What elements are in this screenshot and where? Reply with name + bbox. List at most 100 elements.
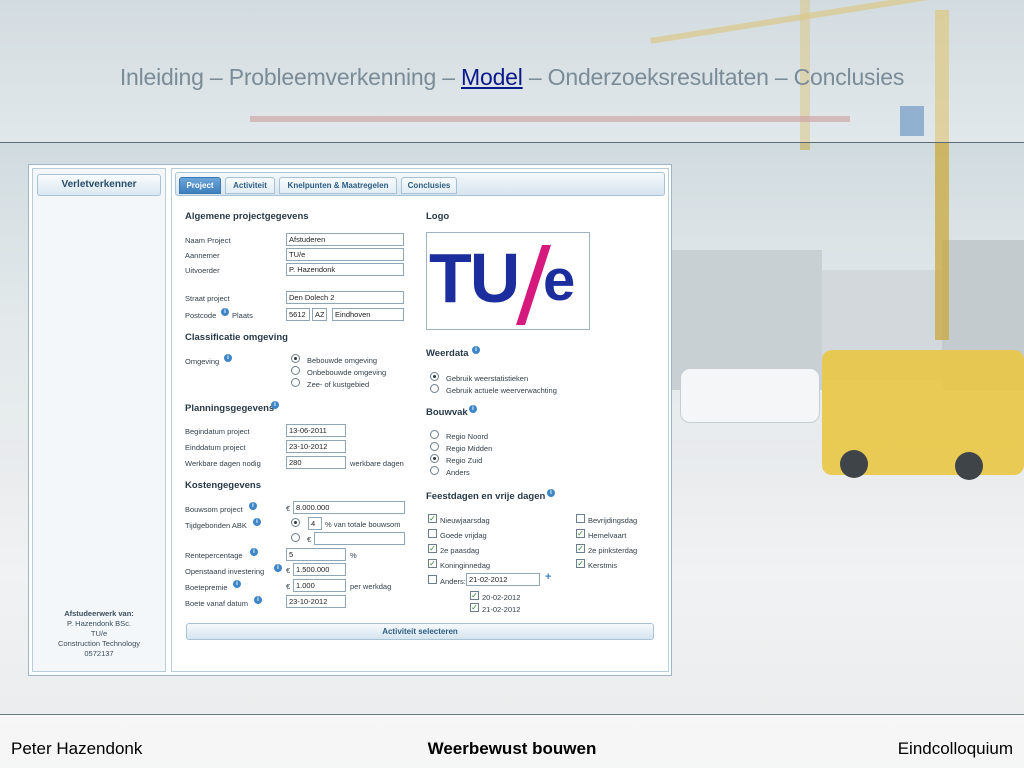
activiteit-selecteren-button[interactable]: Activiteit selecteren [186, 623, 654, 640]
input-boete-vanaf-datum[interactable]: 23-10-2012 [286, 595, 346, 608]
unit-rente: % [350, 551, 357, 560]
tab-activiteit[interactable]: Activiteit [225, 177, 275, 194]
checkbox-kerstmis[interactable]: ✓ [576, 559, 585, 568]
input-boetepremie[interactable]: 1.000 [293, 579, 346, 592]
label-boetepremie: Boetepremie [185, 583, 228, 592]
label-plaats: Plaats [232, 311, 253, 320]
input-postcode-num[interactable]: 5612 [286, 308, 310, 321]
input-straat[interactable]: Den Dolech 2 [286, 291, 404, 304]
input-abk-percentage[interactable]: 4 [308, 517, 322, 530]
label-regio-midden: Regio Midden [446, 444, 493, 453]
info-icon[interactable]: i [221, 308, 229, 316]
radio-abk-bedrag[interactable] [291, 533, 300, 542]
info-icon[interactable]: i [274, 564, 282, 572]
title-part-rest: – Onderzoeksresultaten – Conclusies [522, 64, 905, 90]
info-icon[interactable]: i [233, 580, 241, 588]
author-info-line: Construction Technology [58, 639, 140, 648]
info-icon[interactable]: i [253, 518, 261, 526]
input-uitvoerder[interactable]: P. Hazendonk [286, 263, 404, 276]
add-date-icon[interactable]: + [545, 571, 551, 583]
input-einddatum[interactable]: 23-10-2012 [286, 440, 346, 453]
section-weerdata: Weerdata [426, 348, 469, 359]
tab-knelpunten[interactable]: Knelpunten & Maatregelen [279, 177, 397, 194]
label-einddatum: Einddatum project [185, 443, 246, 452]
radio-weerstatistieken[interactable] [430, 372, 439, 381]
radio-regio-noord[interactable] [430, 430, 439, 439]
input-anders-datum[interactable]: 21-02-2012 [466, 573, 540, 586]
label-bevrijdingsdag: Bevrijdingsdag [588, 516, 638, 525]
info-icon[interactable]: i [249, 502, 257, 510]
label-anders-dag: Anders: [440, 577, 466, 586]
checkbox-hemelvaart[interactable]: ✓ [576, 529, 585, 538]
input-rentepercentage[interactable]: 5 [286, 548, 346, 561]
input-aannemer[interactable]: TU/e [286, 248, 404, 261]
tab-conclusies[interactable]: Conclusies [401, 177, 457, 194]
info-icon[interactable]: i [254, 596, 262, 604]
footer-event: Eindcolloquium [897, 739, 1013, 758]
section-logo: Logo [426, 211, 450, 222]
radio-regio-zuid[interactable] [430, 454, 439, 463]
input-abk-bedrag[interactable] [314, 532, 405, 545]
checkbox-extra-date[interactable]: ✓ [470, 603, 479, 612]
info-icon[interactable]: i [547, 489, 555, 497]
tab-project[interactable]: Project [179, 177, 221, 194]
input-werkbare-dagen[interactable]: 280 [286, 456, 346, 469]
currency-symbol: € [286, 582, 291, 591]
input-openstaand-investering[interactable]: 1.500.000 [293, 563, 346, 576]
checkbox-anders[interactable] [428, 575, 437, 584]
checkbox-goede-vrijdag[interactable] [428, 529, 437, 538]
logo-tu-text: TU [429, 239, 520, 317]
label-2e-paasdag: 2e paasdag [440, 546, 480, 555]
logo-e-text: e [543, 248, 576, 313]
author-info-line: 0572137 [84, 649, 114, 658]
input-plaats[interactable]: Eindhoven [332, 308, 404, 321]
label-extra-date: 20-02-2012 [482, 593, 521, 602]
label-bebouwd: Bebouwde omgeving [307, 356, 378, 365]
label-rentepercentage: Rentepercentage [185, 551, 243, 560]
radio-anders[interactable] [430, 466, 439, 475]
checkbox-2e-pinksterdag[interactable]: ✓ [576, 544, 585, 553]
input-begindatum[interactable]: 13-06-2011 [286, 424, 346, 437]
label-weerverwachting: Gebruik actuele weerverwachting [446, 386, 557, 395]
label-aannemer: Aannemer [185, 251, 220, 260]
project-logo[interactable]: TU e [426, 232, 590, 330]
sidebar-title: Verletverkenner [37, 174, 161, 196]
radio-regio-midden[interactable] [430, 442, 439, 451]
section-kosten: Kostengegevens [185, 480, 262, 491]
label-omgeving: Omgeving [185, 357, 220, 366]
info-icon[interactable]: i [472, 346, 480, 354]
info-icon[interactable]: i [224, 354, 232, 362]
section-feestdagen: Feestdagen en vrije dagen [426, 491, 546, 502]
radio-zee-kust[interactable] [291, 378, 300, 387]
radio-weerverwachting[interactable] [430, 384, 439, 393]
radio-abk-percentage[interactable] [291, 518, 300, 527]
label-zee-kust: Zee- of kustgebied [307, 380, 370, 389]
checkbox-nieuwjaarsdag[interactable]: ✓ [428, 514, 437, 523]
radio-bebouwd[interactable] [291, 354, 300, 363]
input-naam-project[interactable]: Afstuderen [286, 233, 404, 246]
info-icon[interactable]: i [469, 405, 477, 413]
tab-bar: Project Activiteit Knelpunten & Maatrege… [175, 172, 665, 196]
slide-title: Inleiding – Probleemverkenning – Model –… [0, 64, 1024, 91]
footer-title: Weerbewust bouwen [427, 739, 597, 758]
section-bouwvak: Bouwvak [426, 407, 468, 418]
label-uitvoerder: Uitvoerder [185, 266, 220, 275]
input-postcode-letters[interactable]: AZ [312, 308, 327, 321]
info-icon[interactable]: i [271, 401, 279, 409]
unit-abk-percentage: % van totale bouwsom [325, 520, 401, 529]
section-planning: Planningsgegevens [185, 403, 275, 414]
section-general: Algemene projectgegevens [185, 211, 309, 222]
checkbox-koninginnedag[interactable]: ✓ [428, 559, 437, 568]
label-werkbare-dagen: Werkbare dagen nodig [185, 459, 261, 468]
radio-onbebouwd[interactable] [291, 366, 300, 375]
checkbox-extra-date[interactable]: ✓ [470, 591, 479, 600]
label-koninginnedag: Koninginnedag [440, 561, 491, 570]
label-openstaand-investering: Openstaand investering [185, 567, 265, 576]
label-tijdgebonden-abk: Tijdgebonden ABK [185, 521, 247, 530]
checkbox-bevrijdingsdag[interactable] [576, 514, 585, 523]
author-info-line: P. Hazendonk BSc. [66, 619, 132, 628]
info-icon[interactable]: i [250, 548, 258, 556]
input-bouwsom[interactable]: 8.000.000 [293, 501, 405, 514]
checkbox-2e-paasdag[interactable]: ✓ [428, 544, 437, 553]
unit-werkbare-dagen: werkbare dagen [350, 459, 404, 468]
